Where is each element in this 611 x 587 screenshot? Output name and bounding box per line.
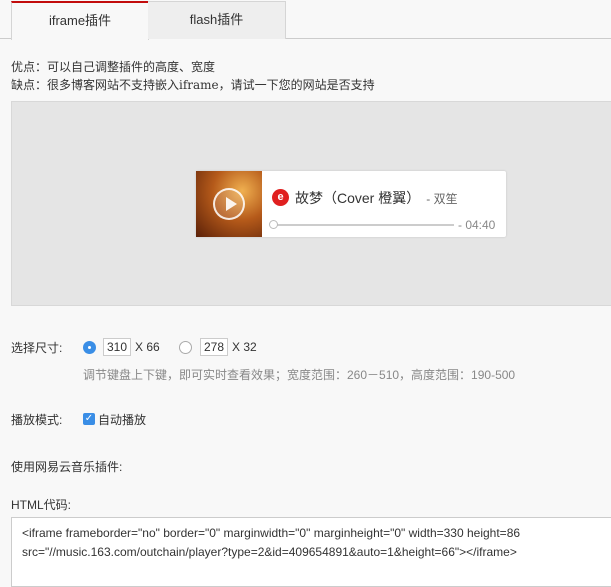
play-icon[interactable]	[213, 188, 245, 220]
playmode-label: 播放模式:	[11, 413, 63, 427]
time-remaining: - 04:40	[458, 218, 496, 232]
song-artist: - 双笙	[426, 192, 458, 206]
html-code-label: HTML代码:	[11, 498, 72, 512]
width-input-2[interactable]: 278	[200, 338, 228, 356]
pros-text: 优点：可以自己调整插件的高度、宽度	[11, 60, 216, 74]
cons-text: 缺点：很多博客网站不支持嵌入iframe，请试一下您的网站是否支持	[11, 78, 375, 92]
width-input-1[interactable]: 310	[103, 338, 131, 356]
size-label: 选择尺寸:	[11, 341, 63, 355]
html-code-textarea[interactable]: <iframe frameborder="no" border="0" marg…	[11, 517, 611, 587]
progress-track[interactable]	[274, 224, 454, 226]
size-radio-2[interactable]	[179, 341, 192, 354]
use-plugin-label: 使用网易云音乐插件:	[11, 460, 123, 474]
music-player: e 故梦（Cover 橙翼） - 双笙 - 04:40	[196, 171, 506, 237]
size-radio-1[interactable]	[83, 341, 96, 354]
tab-iframe[interactable]: iframe插件	[11, 1, 149, 40]
autoplay-label: 自动播放	[98, 413, 147, 427]
height-label-2: X 32	[232, 340, 257, 354]
size-hint: 调节键盘上下键，即可实时查看效果；宽度范围：260－510，高度范围：190-5…	[83, 368, 516, 382]
progress-knob[interactable]	[269, 220, 278, 229]
song-info: 故梦（Cover 橙翼） - 双笙	[295, 188, 458, 208]
autoplay-checkbox[interactable]: ✓	[83, 413, 95, 425]
tab-flash[interactable]: flash插件	[148, 1, 286, 39]
netease-logo-icon: e	[272, 189, 289, 206]
song-title: 故梦（Cover 橙翼）	[295, 190, 421, 206]
height-label-1: X 66	[135, 340, 160, 354]
